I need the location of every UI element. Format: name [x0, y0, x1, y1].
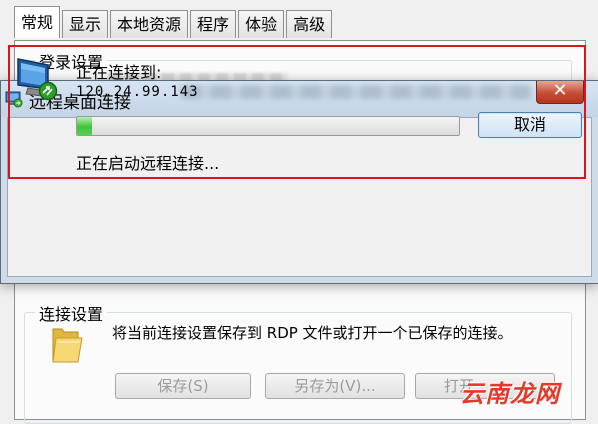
server-address: 120.24.99.143 — [76, 84, 199, 100]
folder-icon — [52, 328, 83, 363]
tab-advanced[interactable]: 高级 — [286, 10, 333, 38]
cancel-button[interactable]: 取消 — [478, 112, 582, 138]
progress-fill — [77, 117, 93, 135]
save-as-button[interactable]: 另存为(V)... — [265, 373, 405, 399]
watermark: 云南龙网 — [460, 380, 560, 408]
connection-status: 正在启动远程连接... — [76, 154, 220, 173]
remote-desktop-icon — [17, 58, 58, 101]
save-connection-description: 将当前连接设置保存到 RDP 文件或打开一个已保存的连接。 — [112, 324, 513, 342]
tab-experience[interactable]: 体验 — [238, 10, 285, 38]
tab-display[interactable]: 显示 — [62, 10, 109, 38]
tab-general[interactable]: 常规 — [14, 6, 61, 38]
connecting-to-label: 正在连接到: — [76, 63, 162, 82]
tab-local-resources[interactable]: 本地资源 — [110, 10, 189, 38]
connection-settings-label: 连接设置 — [35, 301, 108, 325]
tab-programs[interactable]: 程序 — [190, 10, 237, 38]
connection-progress-bar — [76, 116, 460, 136]
options-tabs: 常规 显示 本地资源 程序 体验 高级 — [14, 6, 334, 40]
save-button[interactable]: 保存(S) — [115, 373, 251, 399]
